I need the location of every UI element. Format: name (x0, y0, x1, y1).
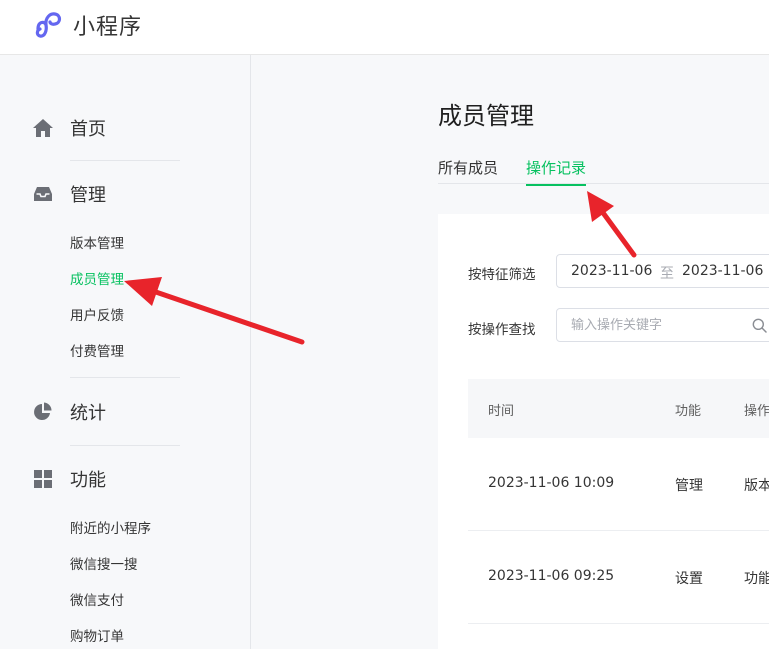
row-time: 2023-11-06 09:25 (488, 568, 615, 584)
sidebar-subitem-wechat-pay[interactable]: 微信支付 (70, 592, 124, 610)
sidebar-subitem-payment[interactable]: 付费管理 (70, 343, 124, 361)
inbox-icon (32, 183, 54, 205)
operation-search-box[interactable] (556, 308, 769, 342)
pie-chart-icon (32, 401, 54, 423)
sidebar-subitem-orders[interactable]: 购物订单 (70, 628, 124, 646)
column-header-action: 操作 (744, 404, 769, 419)
sidebar: 首页 管理 版本管理 成员管理 用户反馈 付费管理 统计 功能 附近的小程序 微… (0, 55, 251, 649)
search-icon[interactable] (752, 318, 767, 333)
grid-icon (32, 468, 54, 490)
row-action: 版本 (744, 478, 769, 494)
miniprogram-logo-icon[interactable] (33, 9, 65, 41)
top-bar: 小程序 (0, 0, 769, 55)
sidebar-item-stats[interactable]: 统计 (32, 400, 106, 424)
row-feature: 设置 (675, 571, 703, 587)
operation-search-input[interactable] (571, 316, 731, 334)
home-icon (32, 117, 54, 139)
sidebar-divider (70, 160, 180, 161)
tab-bar: 所有成员 操作记录 (438, 155, 769, 186)
sidebar-divider (70, 445, 180, 446)
table-header: 时间 功能 操作 (468, 379, 769, 438)
table-row: 2023-11-06 09:25 设置 功能 (468, 531, 769, 624)
tab-all-members[interactable]: 所有成员 (438, 157, 498, 184)
sidebar-item-label: 功能 (70, 470, 106, 491)
sidebar-subitem-nearby[interactable]: 附近的小程序 (70, 520, 151, 538)
operation-log-table: 时间 功能 操作 2023-11-06 10:09 管理 版本 2023-11-… (468, 379, 769, 624)
sidebar-divider (70, 377, 180, 378)
row-time: 2023-11-06 10:09 (488, 475, 615, 491)
sidebar-subitem-wechat-search[interactable]: 微信搜一搜 (70, 556, 138, 574)
feature-filter-label: 按特征筛选 (468, 267, 536, 283)
date-to: 2023-11-06 (682, 263, 764, 279)
sidebar-subitem-members[interactable]: 成员管理 (70, 271, 124, 289)
date-from: 2023-11-06 (571, 263, 653, 279)
sidebar-subitem-version[interactable]: 版本管理 (70, 235, 124, 253)
sidebar-item-label: 首页 (70, 119, 106, 140)
tab-operation-log[interactable]: 操作记录 (526, 157, 587, 186)
sidebar-item-home[interactable]: 首页 (32, 116, 106, 140)
sidebar-item-label: 管理 (70, 185, 106, 206)
column-header-feature: 功能 (675, 404, 702, 419)
sidebar-item-label: 统计 (70, 403, 106, 424)
row-action: 功能 (744, 571, 769, 587)
column-header-time: 时间 (488, 404, 515, 419)
row-feature: 管理 (675, 478, 703, 494)
date-separator: 至 (660, 266, 674, 282)
main-content: 成员管理 所有成员 操作记录 按特征筛选 2023-11-06 至 2023-1… (251, 55, 769, 649)
page-title: 成员管理 (438, 102, 534, 130)
sidebar-subitem-feedback[interactable]: 用户反馈 (70, 307, 124, 325)
app-title: 小程序 (73, 15, 143, 40)
search-filter-label: 按操作查找 (468, 322, 536, 338)
operation-log-card: 按特征筛选 2023-11-06 至 2023-11-06 按操作查找 时间 功… (438, 214, 769, 649)
sidebar-item-manage[interactable]: 管理 (32, 182, 106, 206)
sidebar-item-features[interactable]: 功能 (32, 467, 106, 491)
table-row: 2023-11-06 10:09 管理 版本 (468, 438, 769, 531)
date-range-picker[interactable]: 2023-11-06 至 2023-11-06 (556, 254, 769, 288)
